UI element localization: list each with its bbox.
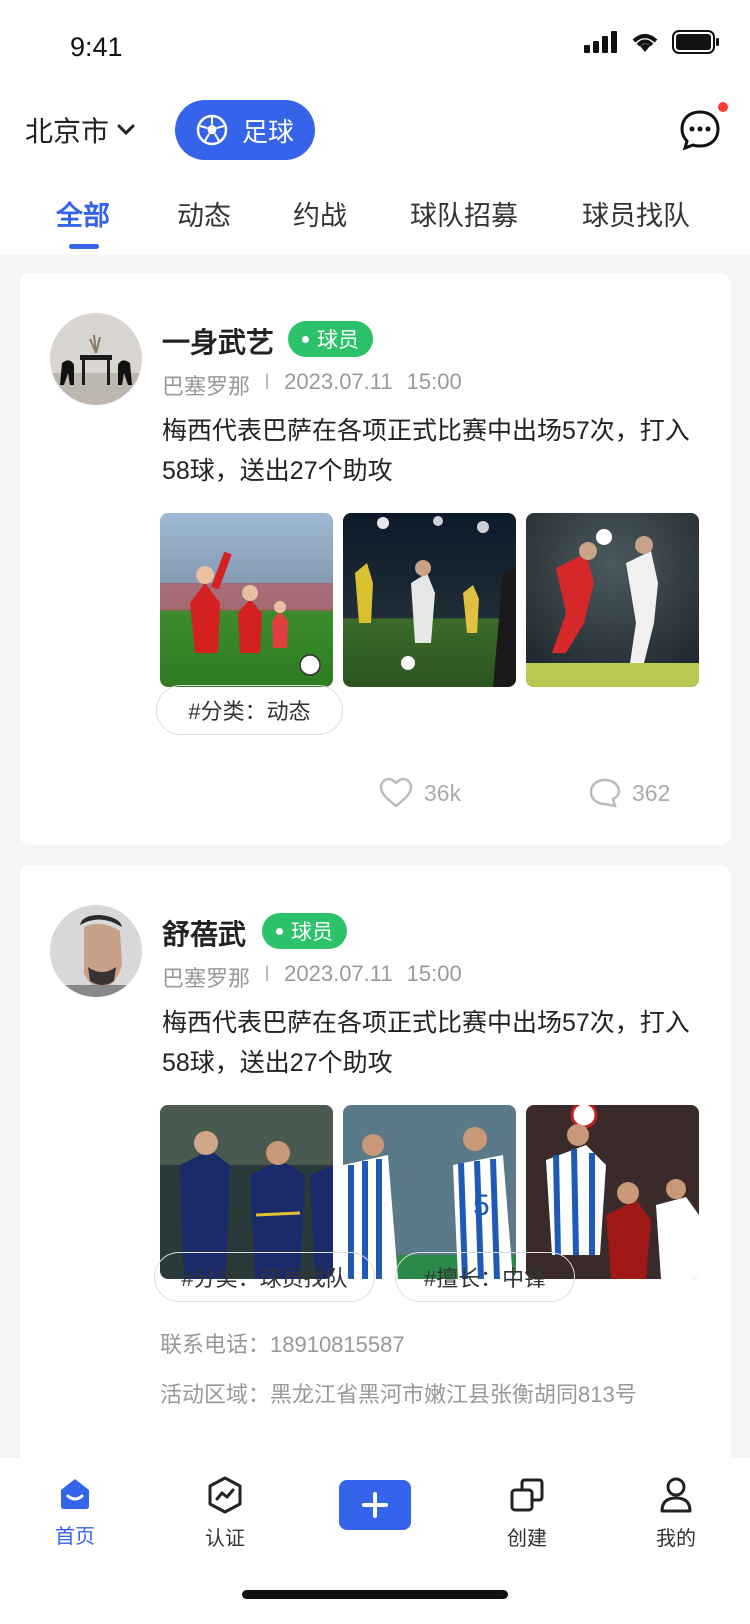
signal-icon <box>584 31 617 53</box>
post-date: 2023.07.11 <box>284 369 393 394</box>
home-indicator <box>242 1590 508 1599</box>
role-badge: 球员 <box>262 913 347 949</box>
post-time: 15:00 <box>406 961 462 986</box>
post-meta: 巴塞罗那 I 2023.07.11 15:00 <box>162 961 462 993</box>
status-bar: 9:41 <box>0 0 750 90</box>
tab-player-seek-team[interactable]: 球员找队 <box>582 194 690 233</box>
tabbar-profile[interactable]: 我的 <box>636 1476 716 1551</box>
message-icon <box>680 110 720 151</box>
tabbar-certify-label: 认证 <box>205 1528 245 1550</box>
meta-separator: I <box>264 961 271 986</box>
sport-selector[interactable]: 足球 <box>175 100 315 160</box>
post-location: 巴塞罗那 <box>162 966 251 991</box>
plus-icon <box>362 1492 388 1518</box>
tabbar-certify[interactable]: 认证 <box>185 1476 265 1551</box>
battery-icon <box>672 30 719 54</box>
unread-dot <box>718 102 728 112</box>
tabbar-home-label: 首页 <box>55 1526 95 1548</box>
meta-separator: I <box>264 369 271 394</box>
status-time: 9:41 <box>70 32 123 62</box>
badge-dot <box>302 335 309 343</box>
header: 北京市 足球 <box>0 90 750 180</box>
tab-team-recruit[interactable]: 球队招募 <box>410 194 518 233</box>
tabbar-create-label: 创建 <box>507 1528 547 1550</box>
activity-area: 活动区域：黑龙江省黑河市嫩江县张衡胡同813号 <box>160 1382 637 1407</box>
city-selector[interactable]: 北京市 <box>25 110 135 150</box>
comment-icon <box>589 778 621 808</box>
user-name[interactable]: 一身武艺 <box>162 321 274 361</box>
create-icon <box>510 1478 544 1512</box>
active-tab-indicator <box>69 244 99 249</box>
svg-text:5: 5 <box>473 1189 490 1222</box>
post-meta: 巴塞罗那 I 2023.07.11 15:00 <box>162 369 462 401</box>
chevron-down-icon <box>117 124 135 136</box>
certify-icon <box>208 1476 242 1514</box>
publish-button[interactable] <box>339 1480 411 1530</box>
comment-count: 362 <box>632 779 671 806</box>
profile-icon <box>660 1477 692 1513</box>
avatar[interactable] <box>50 905 142 997</box>
badge-dot <box>276 927 283 935</box>
post-date: 2023.07.11 <box>284 961 393 986</box>
post-images <box>160 513 700 687</box>
message-button[interactable] <box>678 102 728 152</box>
like-count: 36k <box>424 779 462 806</box>
role-label: 球员 <box>291 921 333 944</box>
sport-label: 足球 <box>241 116 294 147</box>
tab-all[interactable]: 全部 <box>56 194 110 233</box>
post-image[interactable] <box>343 513 516 687</box>
post-card[interactable]: 舒蓓武 球员 巴塞罗那 I 2023.07.11 15:00 梅西代表巴萨在各项… <box>20 865 730 1465</box>
post-tag[interactable]: #分类：动态 <box>156 685 343 735</box>
city-label: 北京市 <box>25 116 110 147</box>
post-card[interactable]: 一身武艺 球员 巴塞罗那 I 2023.07.11 15:00 梅西代表巴萨在各… <box>20 273 730 845</box>
post-time: 15:00 <box>406 369 462 394</box>
post-image[interactable] <box>526 513 699 687</box>
category-tabs: 全部 动态 约战 球队招募 球员找队 <box>0 180 750 255</box>
tab-moments[interactable]: 动态 <box>177 194 231 233</box>
post-tag[interactable]: #擅长：中锋 <box>395 1252 575 1302</box>
role-badge: 球员 <box>288 321 373 357</box>
post-text: 梅西代表巴萨在各项正式比赛中出场57次，打入58球，送出27个助攻 <box>162 1009 690 1077</box>
post-tag[interactable]: #分类：球员找队 <box>154 1252 375 1302</box>
tabbar-create[interactable]: 创建 <box>487 1476 567 1551</box>
tabbar-profile-label: 我的 <box>656 1528 696 1550</box>
role-label: 球员 <box>317 329 359 352</box>
tab-match[interactable]: 约战 <box>293 194 347 233</box>
heart-icon <box>379 777 413 808</box>
post-image[interactable] <box>160 513 333 687</box>
tabbar-home[interactable]: 首页 <box>35 1476 115 1549</box>
soccer-ball-icon <box>196 114 228 146</box>
wifi-icon <box>632 34 658 52</box>
like-stat[interactable]: 36k <box>378 777 461 809</box>
post-text: 梅西代表巴萨在各项正式比赛中出场57次，打入58球，送出27个助攻 <box>162 417 690 485</box>
status-icons <box>584 30 720 54</box>
post-location: 巴塞罗那 <box>162 374 251 399</box>
avatar[interactable] <box>50 313 142 405</box>
contact-phone[interactable]: 联系电话：18910815587 <box>160 1327 405 1359</box>
comment-stat[interactable]: 362 <box>588 777 670 809</box>
user-name[interactable]: 舒蓓武 <box>162 913 246 953</box>
bottom-tab-bar: 首页 认证 创建 我的 <box>0 1458 750 1624</box>
home-icon <box>61 1479 89 1509</box>
